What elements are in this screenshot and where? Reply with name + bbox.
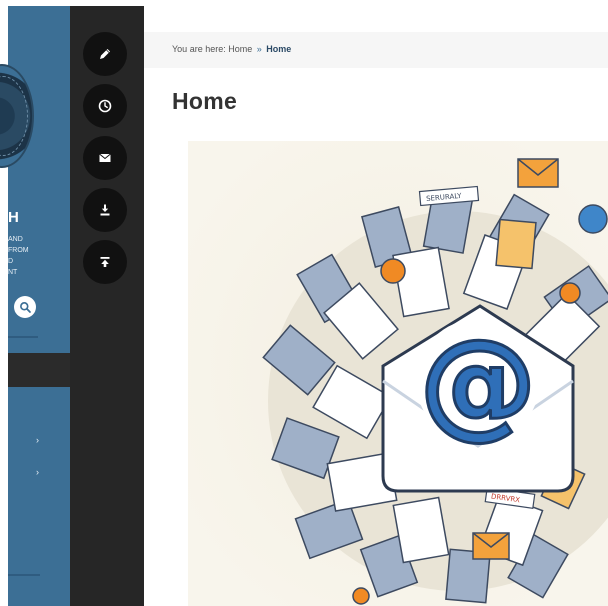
email-illustration: SERURALY DRRVRX @ bbox=[188, 141, 608, 606]
tool-column bbox=[70, 6, 144, 606]
sidebar-menu-panel: › › bbox=[8, 387, 70, 606]
chevron-right-icon: › bbox=[36, 467, 39, 477]
left-sidebar: H AND FROM D NT › › bbox=[0, 6, 70, 606]
breadcrumb-bar: You are here: Home » Home bbox=[144, 32, 608, 68]
at-symbol-icon: @ bbox=[419, 313, 537, 451]
breadcrumb: You are here: Home » Home bbox=[172, 44, 291, 54]
sidebar-menu-item[interactable]: › bbox=[8, 435, 70, 451]
scroll-to-top-icon bbox=[100, 257, 110, 267]
breadcrumb-separator: » bbox=[256, 44, 262, 54]
email-button[interactable] bbox=[83, 136, 127, 180]
divider bbox=[8, 574, 40, 576]
divider bbox=[8, 336, 38, 338]
edit-button[interactable] bbox=[83, 32, 127, 76]
main-content: You are here: Home » Home Home SERURALY … bbox=[144, 6, 608, 606]
envelope-icon bbox=[99, 153, 111, 162]
search-button[interactable] bbox=[14, 296, 36, 318]
pencil-icon bbox=[100, 49, 110, 59]
history-button[interactable] bbox=[83, 84, 127, 128]
chevron-right-icon: › bbox=[36, 435, 39, 445]
scroll-to-top-button[interactable] bbox=[83, 240, 127, 284]
breadcrumb-home-link[interactable]: Home bbox=[228, 44, 252, 54]
clock-icon bbox=[98, 99, 112, 113]
download-icon bbox=[100, 204, 110, 216]
site-tagline: AND FROM D NT bbox=[8, 236, 29, 276]
sidebar-menu-item[interactable]: › bbox=[8, 467, 70, 483]
sidebar-band bbox=[8, 353, 70, 387]
download-button[interactable] bbox=[83, 188, 127, 232]
search-icon bbox=[19, 301, 31, 313]
page: H AND FROM D NT › › You are here: Home »… bbox=[0, 0, 608, 606]
page-title: Home bbox=[172, 88, 238, 114]
breadcrumb-prefix: You are here: bbox=[172, 44, 229, 54]
breadcrumb-current: Home bbox=[266, 44, 292, 54]
hero-image: SERURALY DRRVRX @ bbox=[188, 141, 608, 606]
site-title: H bbox=[8, 209, 20, 226]
sidebar-header-panel: H AND FROM D NT bbox=[0, 6, 70, 353]
